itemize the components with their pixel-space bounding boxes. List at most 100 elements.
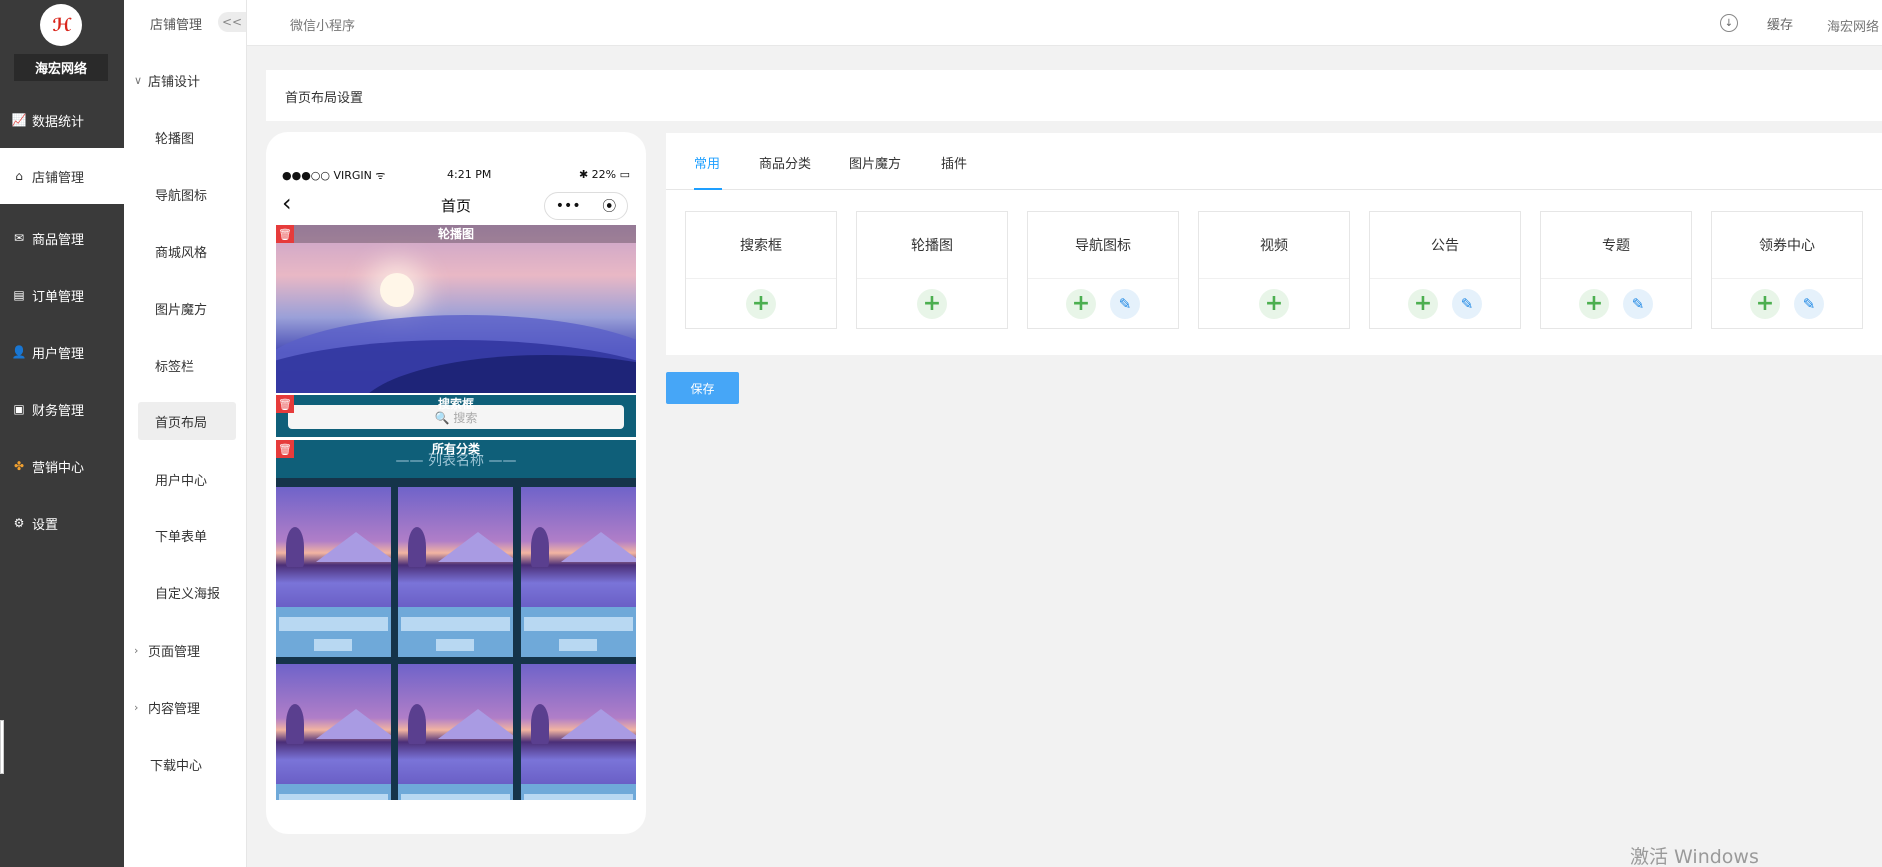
component-actions: + <box>857 279 1007 329</box>
nav-item-users[interactable]: 👤 用户管理 <box>0 324 124 380</box>
component-name: 导航图标 <box>1028 212 1178 279</box>
nav-item-label: 订单管理 <box>32 289 85 305</box>
component-card-video: 视频 + <box>1198 211 1350 329</box>
download-icon[interactable]: ↓ <box>1720 14 1738 32</box>
user-menu[interactable]: 海宏网络 <box>1827 16 1879 35</box>
component-name: 搜索框 <box>686 212 836 279</box>
block-label: 所有分类 <box>431 442 480 456</box>
nav-item-label: 营销中心 <box>32 460 85 476</box>
trash-icon[interactable]: 🗑 <box>276 395 294 413</box>
status-carrier: ●●●○○ VIRGIN ᯤ <box>282 169 386 182</box>
top-bar: 微信小程序 ↓ 缓存 海宏网络 <box>247 0 1882 46</box>
brand-logo[interactable]: ℋ <box>40 4 82 46</box>
component-panel: 常用 商品分类 图片魔方 插件 搜索框 + 轮播图 + 导航图标 + ✎ 视频 … <box>666 133 1882 355</box>
save-button[interactable]: 保存 <box>666 372 739 404</box>
miniprogram-capsule[interactable]: ••• ⦿ <box>544 192 628 220</box>
add-icon[interactable]: + <box>1750 289 1780 319</box>
tab-plugins[interactable]: 插件 <box>941 153 967 172</box>
chevron-down-icon: ∨ <box>134 73 143 87</box>
component-card-topic: 专题 + ✎ <box>1540 211 1692 329</box>
tile-title-placeholder <box>279 617 388 631</box>
component-tabs: 常用 商品分类 图片魔方 插件 <box>666 133 1882 190</box>
cache-button[interactable]: 缓存 <box>1767 14 1793 33</box>
subnav-item-image-cube[interactable]: 图片魔方 <box>138 289 236 327</box>
category-tile[interactable] <box>398 487 513 657</box>
edit-icon[interactable]: ✎ <box>1794 289 1824 319</box>
subnav-item-banner[interactable]: 轮播图 <box>138 118 236 156</box>
envelope-icon: ✉ <box>13 231 25 245</box>
category-tile[interactable] <box>521 664 636 800</box>
nav-item-label: 用户管理 <box>32 346 85 362</box>
subnav-item-nav-icons[interactable]: 导航图标 <box>138 175 236 213</box>
add-icon[interactable]: + <box>1066 289 1096 319</box>
subnav-title: 店铺管理 << <box>124 0 246 46</box>
tile-title-placeholder <box>401 794 510 800</box>
subnav-item-user-center[interactable]: 用户中心 <box>138 460 236 498</box>
preview-block-category[interactable]: —— 列表名称 —— 所有分类 🗑 <box>276 440 636 800</box>
preview-block-banner[interactable]: 轮播图 🗑 <box>276 225 636 393</box>
nav-item-store[interactable]: ⌂ 店铺管理 <box>0 148 124 204</box>
category-tile[interactable] <box>521 487 636 657</box>
nav-item-label: 商品管理 <box>32 232 85 248</box>
subnav-item-style[interactable]: 商城风格 <box>138 232 236 270</box>
add-icon[interactable]: + <box>1579 289 1609 319</box>
nav-item-goods[interactable]: ✉ 商品管理 <box>0 210 124 266</box>
tile-mountain <box>438 709 513 739</box>
trash-icon[interactable]: 🗑 <box>276 440 294 458</box>
tab-common[interactable]: 常用 <box>694 153 720 172</box>
nav-item-label: 店铺管理 <box>32 170 85 186</box>
subnav-item-download[interactable]: 下载中心 <box>150 744 202 784</box>
chevron-right-icon: › <box>134 700 139 714</box>
subnav-group-content[interactable]: › 内容管理 <box>134 687 200 727</box>
category-tile[interactable] <box>276 487 391 657</box>
nav-item-label: 数据统计 <box>32 114 85 130</box>
windows-activation-watermark: 激活 Windows <box>1630 846 1759 867</box>
subnav-group-page[interactable]: › 页面管理 <box>134 630 200 670</box>
subnav-group-label: 页面管理 <box>148 644 201 660</box>
component-name: 专题 <box>1541 212 1691 279</box>
tile-price-placeholder <box>436 639 474 651</box>
left-scroll-handle[interactable] <box>0 720 4 774</box>
add-icon[interactable]: + <box>917 289 947 319</box>
nav-item-stats[interactable]: 📈 数据统计 <box>0 92 124 148</box>
block-label: 轮播图 <box>276 225 636 243</box>
trash-icon[interactable]: 🗑 <box>276 225 294 243</box>
tab-image-cube[interactable]: 图片魔方 <box>849 153 901 172</box>
nav-item-finance[interactable]: ▣ 财务管理 <box>0 381 124 437</box>
subnav-group-design[interactable]: ∨ 店铺设计 <box>134 60 200 100</box>
nav-item-marketing[interactable]: ✤ 营销中心 <box>0 438 124 494</box>
subnav-group-label: 店铺设计 <box>148 74 201 90</box>
brand-name: 海宏网络 <box>14 54 108 81</box>
component-card-coupon: 领券中心 + ✎ <box>1711 211 1863 329</box>
tile-tree <box>408 527 426 567</box>
category-tile[interactable] <box>398 664 513 800</box>
edit-icon[interactable]: ✎ <box>1623 289 1653 319</box>
component-actions: + ✎ <box>1370 279 1520 329</box>
collapse-button[interactable]: << <box>218 12 246 32</box>
gear-icon: ⚙ <box>13 516 25 530</box>
tile-price-placeholder <box>314 639 352 651</box>
nav-item-settings[interactable]: ⚙ 设置 <box>0 495 124 551</box>
tile-tree <box>286 704 304 744</box>
component-name: 领券中心 <box>1712 212 1862 279</box>
edit-icon[interactable]: ✎ <box>1452 289 1482 319</box>
edit-icon[interactable]: ✎ <box>1110 289 1140 319</box>
component-actions: + <box>1199 279 1349 329</box>
subnav-item-poster[interactable]: 自定义海报 <box>138 573 236 611</box>
subnav-item-tabbar[interactable]: 标签栏 <box>138 346 236 384</box>
component-card-nav-icons: 导航图标 + ✎ <box>1027 211 1179 329</box>
more-icon[interactable]: ••• <box>556 198 581 214</box>
nav-item-orders[interactable]: ▤ 订单管理 <box>0 267 124 323</box>
category-tile[interactable] <box>276 664 391 800</box>
tab-goods-category[interactable]: 商品分类 <box>759 153 811 172</box>
add-icon[interactable]: + <box>1408 289 1438 319</box>
subnav-item-home-layout[interactable]: 首页布局 <box>138 402 236 440</box>
close-icon[interactable]: ⦿ <box>602 196 616 216</box>
add-icon[interactable]: + <box>746 289 776 319</box>
add-icon[interactable]: + <box>1259 289 1289 319</box>
preview-block-search[interactable]: 🔍 搜索 搜索框 🗑 <box>276 395 636 437</box>
breadcrumb[interactable]: 微信小程序 <box>290 15 355 34</box>
subnav-item-order-form[interactable]: 下单表单 <box>138 516 236 554</box>
banner-sun <box>380 273 414 307</box>
component-card-banner: 轮播图 + <box>856 211 1008 329</box>
